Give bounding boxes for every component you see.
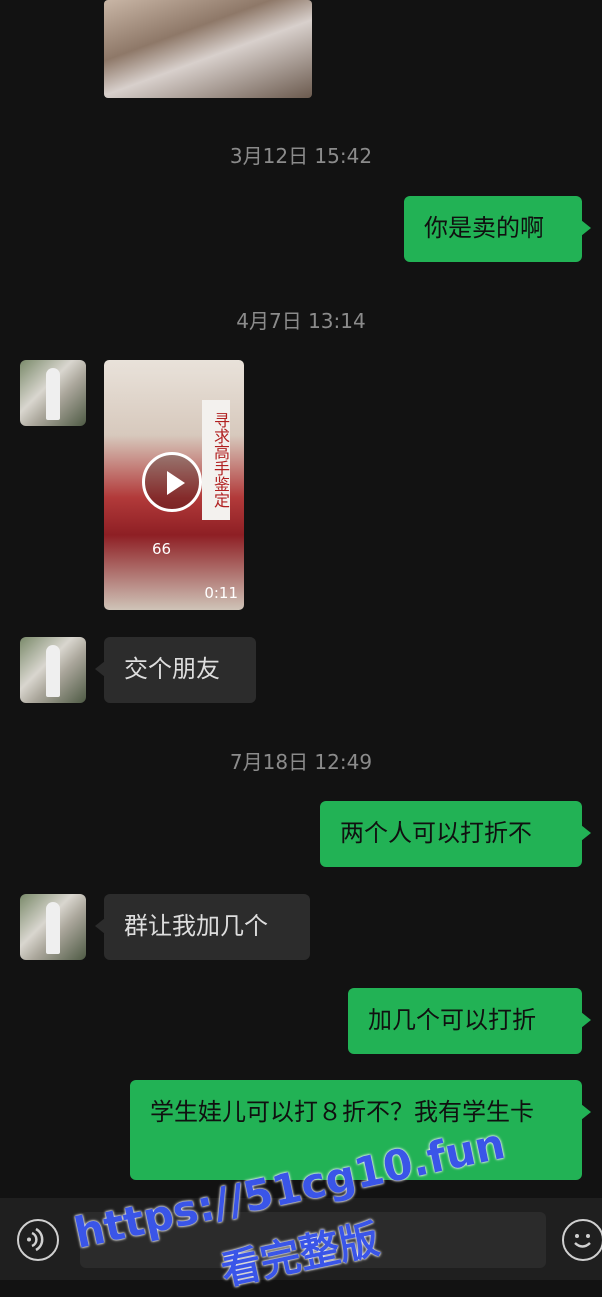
play-icon[interactable] [142, 452, 202, 512]
voice-icon[interactable] [17, 1219, 59, 1261]
outgoing-message[interactable]: 你是卖的啊 [404, 196, 591, 262]
avatar[interactable] [20, 360, 86, 426]
video-duration: 0:11 [204, 584, 238, 602]
timestamp: 4月7日 13:14 [236, 309, 366, 333]
photo-message[interactable] [104, 0, 312, 98]
video-sticker-count: 66 [152, 540, 172, 558]
outgoing-message[interactable]: 两个人可以打折不 [320, 801, 591, 867]
timestamp: 7月18日 12:49 [229, 750, 373, 774]
timestamp: 3月12日 15:42 [229, 144, 373, 168]
video-message[interactable]: 寻求高手鉴定 66 0:11 [104, 360, 244, 610]
outgoing-message[interactable]: 加几个可以打折 [348, 988, 591, 1054]
incoming-message[interactable]: 群让我加几个 [95, 894, 310, 960]
avatar[interactable] [20, 637, 86, 703]
avatar[interactable] [20, 894, 86, 960]
incoming-message[interactable]: 交个朋友 [95, 637, 256, 703]
video-banner: 寻求高手鉴定 [202, 400, 230, 520]
emoji-icon[interactable] [562, 1219, 602, 1261]
